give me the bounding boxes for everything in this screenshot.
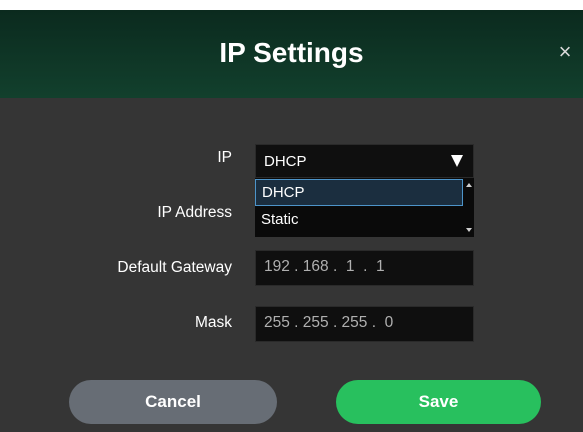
ip-address-label: IP Address <box>157 204 232 221</box>
scroll-up-arrow-icon[interactable] <box>466 183 472 187</box>
mask-label: Mask <box>194 314 232 331</box>
close-icon[interactable]: × <box>553 38 577 66</box>
ip-mode-label: IP <box>217 149 232 166</box>
default-gateway-label: Default Gateway <box>117 259 232 276</box>
dialog-header: IP Settings × <box>0 10 583 98</box>
dialog-title: IP Settings <box>219 37 364 68</box>
cancel-button[interactable]: Cancel <box>69 380 277 424</box>
dropdown-option-static[interactable]: Static <box>255 207 463 234</box>
scroll-down-arrow-icon[interactable] <box>466 228 472 232</box>
dropdown-option-dhcp[interactable]: DHCP <box>255 179 463 206</box>
ip-settings-dialog: IP Settings × IP DHCP IP Address DHCP St… <box>0 10 583 432</box>
ip-mode-dropdown-list: DHCP Static <box>255 178 474 237</box>
default-gateway-value: 192 . 168 . 1 . 1 <box>264 258 385 275</box>
ip-mode-selected-value: DHCP <box>264 153 307 170</box>
mask-value: 255 . 255 . 255 . 0 <box>264 314 394 331</box>
mask-input[interactable]: 255 . 255 . 255 . 0 <box>255 306 474 342</box>
save-button[interactable]: Save <box>336 380 541 424</box>
caret-down-icon <box>451 155 463 167</box>
ip-mode-select[interactable]: DHCP <box>255 144 474 178</box>
default-gateway-input[interactable]: 192 . 168 . 1 . 1 <box>255 250 474 286</box>
